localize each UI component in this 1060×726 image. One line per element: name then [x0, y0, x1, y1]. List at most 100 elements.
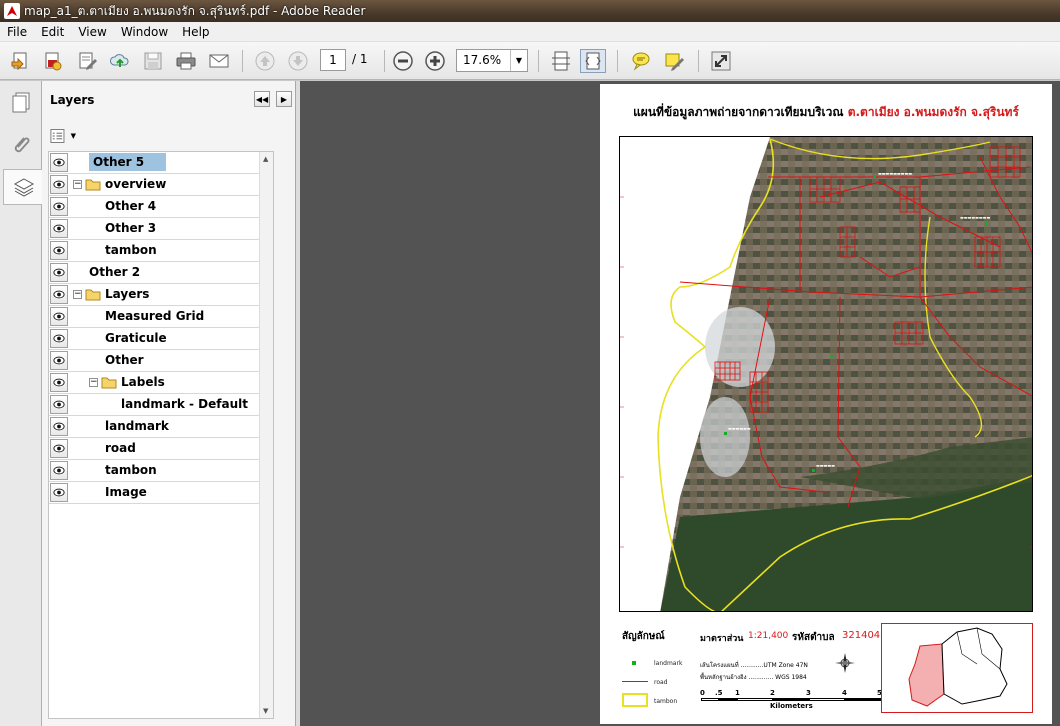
expand-panel-icon[interactable]: ▶ [276, 91, 292, 107]
map-title: แผนที่ข้อมูลภาพถ่ายจากดาวเทียมบริเวณ ต.ต… [600, 103, 1052, 122]
legend-landmark: landmark [654, 660, 683, 667]
fit-width-icon[interactable] [580, 49, 606, 73]
email-icon[interactable] [206, 49, 232, 73]
satellite-map[interactable]: ▬▬▬▬▬▬▬▬▬ ▬▬▬▬▬▬▬▬ ▬▬▬▬▬▬ ▬▬▬▬▬ [619, 136, 1033, 612]
layer-label: Other 3 [105, 221, 157, 235]
layer-label: Labels [121, 375, 165, 389]
svg-text:▬▬▬▬▬▬▬▬: ▬▬▬▬▬▬▬▬ [960, 215, 990, 220]
highlight-icon[interactable] [662, 49, 688, 73]
previous-page-icon[interactable] [252, 49, 278, 73]
layer-row[interactable]: − Labels [49, 372, 273, 394]
page-number-input[interactable] [320, 49, 346, 71]
tambon-code: 321404 [842, 630, 881, 641]
map-title-location: ต.ตาเมียง อ.พนมดงรัก จ.สุรินทร์ [847, 105, 1019, 119]
menu-help[interactable]: Help [175, 25, 216, 39]
layer-row[interactable]: Measured Grid [49, 306, 273, 328]
svg-text:▬▬▬▬▬▬▬▬▬: ▬▬▬▬▬▬▬▬▬ [878, 171, 912, 176]
layers-panel-icon[interactable] [3, 169, 43, 205]
toolbar [0, 42, 1060, 80]
legend-road: road [654, 679, 668, 686]
layers-panel: Layers ◀◀ ▶ ▼ Other 5− overview Other 4 Oth… [42, 81, 296, 726]
layer-label: Graticule [105, 331, 167, 345]
layer-row[interactable]: tambon [49, 240, 273, 262]
layer-row[interactable]: tambon [49, 460, 273, 482]
eye-visibility-icon[interactable] [50, 483, 68, 502]
layer-row[interactable]: − overview [49, 174, 273, 196]
scale-tick: 4 [842, 689, 847, 697]
comment-icon[interactable] [628, 49, 654, 73]
layer-row[interactable]: − Layers [49, 284, 273, 306]
window-title: map_a1_ต.ตาเมียง อ.พนมดงรัก จ.สุรินทร์.p… [24, 3, 366, 18]
legend-tambon: tambon [654, 698, 678, 705]
eye-visibility-icon[interactable] [50, 219, 68, 238]
layer-row[interactable]: Other 3 [49, 218, 273, 240]
layer-label: Other 4 [105, 199, 157, 213]
collapse-icon[interactable]: − [73, 290, 82, 299]
zoom-select[interactable]: 17.6% ▼ [456, 49, 528, 72]
tambon-symbol [622, 693, 648, 707]
menu-file[interactable]: File [0, 25, 34, 39]
folder-icon [85, 178, 101, 191]
collapse-panel-icon[interactable]: ◀◀ [254, 91, 270, 107]
tambon-code-label: รหัสตำบล [792, 632, 835, 643]
layer-row[interactable]: landmark - Default [49, 394, 273, 416]
projection-info: เส้นโครงแผนที่ ............UTM Zone 47N [700, 662, 808, 669]
eye-visibility-icon[interactable] [50, 153, 68, 172]
eye-visibility-icon[interactable] [50, 351, 68, 370]
folder-icon [85, 288, 101, 301]
eye-visibility-icon[interactable] [50, 461, 68, 480]
layer-row[interactable]: Image [49, 482, 273, 504]
layer-label: Layers [105, 287, 150, 301]
eye-visibility-icon[interactable] [50, 417, 68, 436]
attachments-panel-icon[interactable] [3, 127, 39, 163]
chevron-down-icon[interactable]: ▼ [510, 50, 527, 71]
eye-visibility-icon[interactable] [50, 439, 68, 458]
layer-row[interactable]: road [49, 438, 273, 460]
collapse-icon[interactable]: − [89, 378, 98, 387]
road-symbol [622, 681, 648, 682]
layer-label: Measured Grid [105, 309, 205, 323]
zoom-in-icon[interactable] [422, 49, 448, 73]
create-pdf-icon[interactable] [40, 49, 66, 73]
eye-visibility-icon[interactable] [50, 175, 68, 194]
edit-document-icon[interactable] [74, 49, 100, 73]
expand-icon[interactable] [708, 49, 734, 73]
save-icon[interactable] [140, 49, 166, 73]
layer-row[interactable]: Other 5 [49, 152, 273, 174]
document-area: แผนที่ข้อมูลภาพถ่ายจากดาวเทียมบริเวณ ต.ต… [300, 81, 1060, 726]
landmark-symbol [632, 661, 636, 665]
layer-row[interactable]: Graticule [49, 328, 273, 350]
eye-visibility-icon[interactable] [50, 329, 68, 348]
pages-panel-icon[interactable] [3, 85, 39, 121]
eye-visibility-icon[interactable] [50, 197, 68, 216]
layer-row[interactable]: Other 4 [49, 196, 273, 218]
eye-visibility-icon[interactable] [50, 285, 68, 304]
eye-visibility-icon[interactable] [50, 395, 68, 414]
next-page-icon[interactable] [285, 49, 311, 73]
layer-label: road [105, 441, 136, 455]
fit-page-icon[interactable] [548, 49, 574, 73]
menu-window[interactable]: Window [114, 25, 175, 39]
scrollbar[interactable]: ▲ ▼ [259, 152, 273, 718]
eye-visibility-icon[interactable] [50, 241, 68, 260]
eye-visibility-icon[interactable] [50, 373, 68, 392]
layers-tree: Other 5− overview Other 4 Other 3 tambon Othe… [48, 151, 274, 719]
collapse-icon[interactable]: − [73, 180, 82, 189]
cloud-upload-icon[interactable] [107, 49, 133, 73]
datum-info: พื้นหลักฐานอ้างอิง ............. WGS 198… [700, 674, 807, 681]
map-title-main: แผนที่ข้อมูลภาพถ่ายจากดาวเทียมบริเวณ [633, 105, 844, 119]
open-file-icon[interactable] [8, 49, 34, 73]
svg-text:▬▬▬▬▬: ▬▬▬▬▬ [816, 463, 835, 468]
menu-view[interactable]: View [71, 25, 113, 39]
eye-visibility-icon[interactable] [50, 307, 68, 326]
layer-row[interactable]: landmark [49, 416, 273, 438]
layer-row[interactable]: Other 2 [49, 262, 273, 284]
layer-options-button[interactable]: ▼ [50, 127, 76, 145]
layer-row[interactable]: Other [49, 350, 273, 372]
menu-edit[interactable]: Edit [34, 25, 71, 39]
overview-inset-map[interactable] [881, 623, 1033, 713]
zoom-out-icon[interactable] [390, 49, 416, 73]
scale-tick: 3 [806, 689, 811, 697]
print-icon[interactable] [173, 49, 199, 73]
eye-visibility-icon[interactable] [50, 263, 68, 282]
